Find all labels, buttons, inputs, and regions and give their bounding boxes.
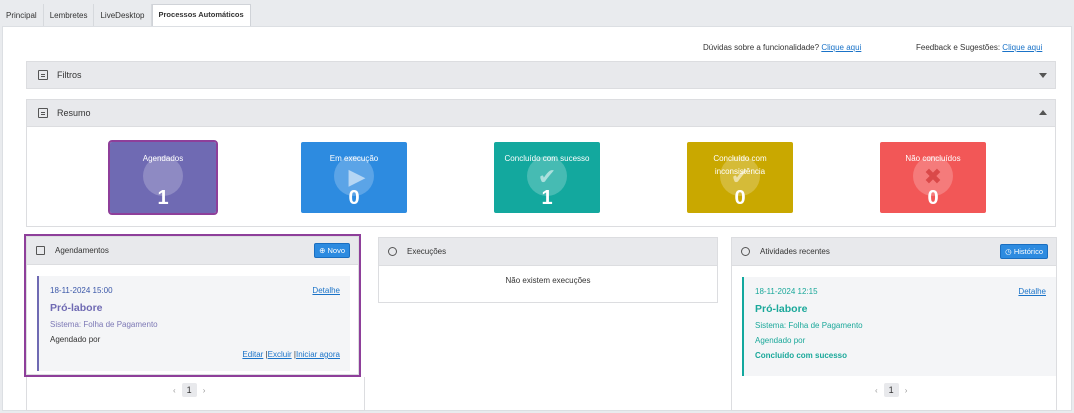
page-number[interactable]: 1	[883, 383, 899, 397]
editar-link[interactable]: Editar	[242, 350, 263, 359]
filter-icon	[38, 70, 48, 80]
excluir-link[interactable]: Excluir	[268, 350, 292, 359]
help-feedback: Feedback e Sugestões: Clique aqui	[916, 43, 1042, 52]
card-agendados[interactable]: Agendados 1	[108, 140, 218, 215]
item-date: 18-11-2024 15:00	[50, 286, 113, 295]
resumo-label: Resumo	[57, 108, 91, 118]
clock-icon	[741, 247, 750, 256]
help-question-text: Dúvidas sobre a funcionalidade?	[703, 43, 820, 52]
item-actions: Editar |Excluir |Iniciar agora	[242, 350, 340, 359]
iniciar-agora-link[interactable]: Iniciar agora	[296, 350, 340, 359]
card-concluido-inconsistencia[interactable]: ✔ Concluído com inconsistência 0	[687, 142, 793, 213]
agendamentos-title: Agendamentos	[55, 246, 109, 255]
agendamentos-header: Agendamentos ⊕ Novo	[27, 237, 358, 265]
item-status: Concluído com sucesso	[755, 351, 848, 360]
item-system: Sistema: Folha de Pagamento	[755, 321, 863, 330]
filtros-bar[interactable]: Filtros	[26, 61, 1056, 89]
execucoes-title: Execuções	[407, 247, 447, 256]
card-value: 1	[157, 187, 169, 209]
agendamentos-panel-footer	[26, 377, 365, 411]
help-question: Dúvidas sobre a funcionalidade? Clique a…	[703, 43, 861, 52]
detalhe-link[interactable]: Detalhe	[1018, 287, 1046, 296]
card-label: Agendados	[142, 154, 184, 163]
next-page-icon[interactable]: ›	[905, 386, 908, 395]
atividades-title: Atividades recentes	[760, 247, 830, 256]
tab-livedesktop[interactable]: LiveDesktop	[94, 4, 152, 27]
atividades-pager: ‹ 1 ›	[875, 383, 907, 397]
play-circle-icon	[388, 247, 397, 256]
card-value: 1	[541, 187, 553, 209]
detalhe-link[interactable]: Detalhe	[312, 286, 340, 295]
item-system: Sistema: Folha de Pagamento	[50, 320, 158, 329]
prev-page-icon[interactable]: ‹	[875, 386, 878, 395]
item-scheduled-by: Agendado por	[755, 336, 806, 345]
tab-lembretes[interactable]: Lembretes	[44, 4, 95, 27]
calendar-icon	[36, 246, 45, 255]
card-value: 0	[348, 187, 360, 209]
chevron-up-icon[interactable]	[1039, 110, 1047, 115]
novo-button[interactable]: ⊕ Novo	[314, 243, 350, 258]
item-date: 18-11-2024 12:15	[755, 287, 818, 296]
filtros-label: Filtros	[57, 70, 82, 80]
atividade-item: 18-11-2024 12:15 Detalhe Pró-labore Sist…	[742, 277, 1056, 376]
execucoes-empty: Não existem execuções	[505, 276, 591, 285]
card-value: 0	[734, 187, 746, 209]
atividades-panel: Atividades recentes ◷ Histórico 18-11-20…	[731, 237, 1057, 411]
help-feedback-link[interactable]: Clique aqui	[1002, 43, 1042, 52]
help-question-link[interactable]: Clique aqui	[821, 43, 861, 52]
card-label: Concluído com inconsistência	[713, 154, 767, 176]
card-concluido-sucesso[interactable]: ✔ Concluído com sucesso 1	[494, 142, 600, 213]
agendamento-item: 18-11-2024 15:00 Detalhe Pró-labore Sist…	[37, 276, 350, 371]
execucoes-header: Execuções	[379, 238, 717, 266]
page-content: Dúvidas sobre a funcionalidade? Clique a…	[2, 26, 1072, 411]
card-label: Não concluídos	[905, 154, 961, 163]
atividades-header: Atividades recentes ◷ Histórico	[732, 238, 1056, 266]
resumo-bar[interactable]: Resumo	[26, 99, 1056, 127]
execucoes-panel: Execuções Não existem execuções	[378, 237, 718, 303]
card-value: 0	[927, 187, 939, 209]
help-feedback-text: Feedback e Sugestões:	[916, 43, 1001, 52]
item-title: Pró-labore	[755, 303, 808, 315]
tab-bar: Principal Lembretes LiveDesktop Processo…	[0, 4, 251, 27]
historico-button[interactable]: ◷ Histórico	[1000, 244, 1048, 259]
item-title: Pró-labore	[50, 302, 103, 314]
novo-label: Novo	[327, 246, 345, 255]
agendamentos-panel: Agendamentos ⊕ Novo 18-11-2024 15:00 Det…	[24, 234, 361, 377]
tab-processos-automaticos[interactable]: Processos Automáticos	[151, 4, 251, 27]
chevron-down-icon[interactable]	[1039, 73, 1047, 78]
card-label: Em execução	[329, 154, 379, 163]
historico-label: Histórico	[1013, 247, 1043, 256]
card-em-execucao[interactable]: ▶ Em execução 0	[301, 142, 407, 213]
tab-principal[interactable]: Principal	[0, 4, 44, 27]
card-label: Concluído com sucesso	[504, 154, 590, 163]
card-nao-concluidos[interactable]: ✖ Não concluídos 0	[880, 142, 986, 213]
item-scheduled-by: Agendado por	[50, 335, 101, 344]
summary-icon	[38, 108, 48, 118]
